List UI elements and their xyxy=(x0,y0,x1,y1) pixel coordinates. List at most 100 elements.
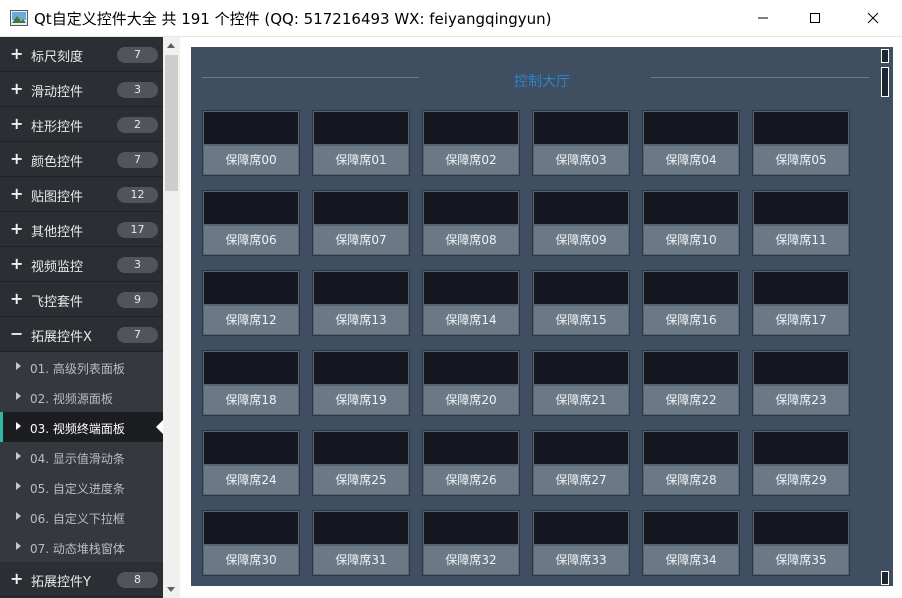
seat-terminal[interactable]: 保障席07 xyxy=(312,190,410,256)
video-screen[interactable] xyxy=(534,192,628,224)
video-screen[interactable] xyxy=(754,112,848,144)
seat-terminal[interactable]: 保障席25 xyxy=(312,430,410,496)
sidebar-group-item[interactable]: + 滑动控件 3 xyxy=(0,72,163,107)
video-screen[interactable] xyxy=(314,432,408,464)
seat-terminal[interactable]: 保障席21 xyxy=(532,350,630,416)
seat-terminal[interactable]: 保障席33 xyxy=(532,510,630,576)
seat-terminal[interactable]: 保障席00 xyxy=(202,110,300,176)
sidebar-child-item[interactable]: 02. 视频源面板 xyxy=(0,382,163,412)
main-scroll-thumb[interactable] xyxy=(881,67,889,97)
video-screen[interactable] xyxy=(644,512,738,544)
seat-terminal[interactable]: 保障席05 xyxy=(752,110,850,176)
seat-terminal[interactable]: 保障席03 xyxy=(532,110,630,176)
sidebar-group-item[interactable]: + 飞控套件 9 xyxy=(0,282,163,317)
seat-terminal[interactable]: 保障席04 xyxy=(642,110,740,176)
seat-terminal[interactable]: 保障席14 xyxy=(422,270,520,336)
video-screen[interactable] xyxy=(644,352,738,384)
video-screen[interactable] xyxy=(204,352,298,384)
sidebar-group-item[interactable]: + 颜色控件 7 xyxy=(0,142,163,177)
sidebar-group-item[interactable]: + 贴图控件 12 xyxy=(0,177,163,212)
seat-terminal[interactable]: 保障席13 xyxy=(312,270,410,336)
seat-terminal[interactable]: 保障席26 xyxy=(422,430,520,496)
video-screen[interactable] xyxy=(424,352,518,384)
sidebar-scrollbar[interactable] xyxy=(163,37,180,598)
video-screen[interactable] xyxy=(424,432,518,464)
video-screen[interactable] xyxy=(534,272,628,304)
seat-terminal[interactable]: 保障席10 xyxy=(642,190,740,256)
scroll-up-arrow-icon[interactable] xyxy=(167,43,175,48)
minimize-button[interactable] xyxy=(740,0,786,36)
video-screen[interactable] xyxy=(314,272,408,304)
seat-terminal[interactable]: 保障席15 xyxy=(532,270,630,336)
video-screen[interactable] xyxy=(314,352,408,384)
seat-terminal[interactable]: 保障席18 xyxy=(202,350,300,416)
video-screen[interactable] xyxy=(204,512,298,544)
video-screen[interactable] xyxy=(534,352,628,384)
seat-terminal[interactable]: 保障席16 xyxy=(642,270,740,336)
seat-terminal[interactable]: 保障席31 xyxy=(312,510,410,576)
sidebar-group-item[interactable]: + 标尺刻度 7 xyxy=(0,37,163,72)
seat-terminal[interactable]: 保障席23 xyxy=(752,350,850,416)
maximize-button[interactable] xyxy=(792,0,838,36)
video-screen[interactable] xyxy=(424,272,518,304)
close-button[interactable] xyxy=(850,0,896,36)
video-screen[interactable] xyxy=(204,192,298,224)
video-screen[interactable] xyxy=(424,112,518,144)
sidebar-child-item[interactable]: 05. 自定义进度条 xyxy=(0,472,163,502)
seat-terminal[interactable]: 保障席32 xyxy=(422,510,520,576)
sidebar-child-item[interactable]: 03. 视频终端面板 xyxy=(0,412,163,442)
seat-terminal[interactable]: 保障席11 xyxy=(752,190,850,256)
video-screen[interactable] xyxy=(644,432,738,464)
video-screen[interactable] xyxy=(204,112,298,144)
seat-terminal[interactable]: 保障席20 xyxy=(422,350,520,416)
main-scrollbar[interactable] xyxy=(880,49,890,585)
seat-terminal[interactable]: 保障席01 xyxy=(312,110,410,176)
sidebar-scroll-thumb[interactable] xyxy=(165,55,178,191)
seat-terminal[interactable]: 保障席28 xyxy=(642,430,740,496)
sidebar-group-item[interactable]: + 柱形控件 2 xyxy=(0,107,163,142)
video-screen[interactable] xyxy=(534,112,628,144)
seat-terminal[interactable]: 保障席34 xyxy=(642,510,740,576)
video-screen[interactable] xyxy=(424,192,518,224)
sidebar-group-item[interactable]: + 拓展控件Y 8 xyxy=(0,562,163,597)
seat-terminal[interactable]: 保障席30 xyxy=(202,510,300,576)
video-screen[interactable] xyxy=(534,432,628,464)
seat-terminal[interactable]: 保障席17 xyxy=(752,270,850,336)
seat-terminal[interactable]: 保障席29 xyxy=(752,430,850,496)
scroll-bottom-cap[interactable] xyxy=(881,571,889,585)
sidebar-group-item[interactable]: + 其他控件 17 xyxy=(0,212,163,247)
seat-terminal[interactable]: 保障席27 xyxy=(532,430,630,496)
video-screen[interactable] xyxy=(644,112,738,144)
video-screen[interactable] xyxy=(754,512,848,544)
sidebar-child-item[interactable]: 07. 动态堆栈窗体 xyxy=(0,532,163,562)
video-screen[interactable] xyxy=(424,512,518,544)
scroll-top-cap[interactable] xyxy=(881,49,889,63)
seat-terminal[interactable]: 保障席06 xyxy=(202,190,300,256)
seat-terminal[interactable]: 保障席22 xyxy=(642,350,740,416)
seat-terminal[interactable]: 保障席12 xyxy=(202,270,300,336)
video-screen[interactable] xyxy=(754,192,848,224)
video-screen[interactable] xyxy=(754,352,848,384)
video-screen[interactable] xyxy=(644,272,738,304)
sidebar-child-item[interactable]: 01. 高级列表面板 xyxy=(0,352,163,382)
seat-terminal[interactable]: 保障席19 xyxy=(312,350,410,416)
seat-terminal[interactable]: 保障席35 xyxy=(752,510,850,576)
seat-terminal[interactable]: 保障席24 xyxy=(202,430,300,496)
video-screen[interactable] xyxy=(754,432,848,464)
video-screen[interactable] xyxy=(644,192,738,224)
video-screen[interactable] xyxy=(754,272,848,304)
seat-terminal[interactable]: 保障席02 xyxy=(422,110,520,176)
video-screen[interactable] xyxy=(204,432,298,464)
scroll-down-arrow-icon[interactable] xyxy=(167,587,175,592)
video-screen[interactable] xyxy=(314,112,408,144)
video-screen[interactable] xyxy=(204,272,298,304)
seat-terminal[interactable]: 保障席08 xyxy=(422,190,520,256)
video-screen[interactable] xyxy=(314,512,408,544)
sidebar-group-item[interactable]: − 拓展控件X 7 xyxy=(0,317,163,352)
sidebar-child-item[interactable]: 06. 自定义下拉框 xyxy=(0,502,163,532)
seat-terminal[interactable]: 保障席09 xyxy=(532,190,630,256)
sidebar-child-item[interactable]: 04. 显示值滑动条 xyxy=(0,442,163,472)
video-screen[interactable] xyxy=(314,192,408,224)
video-screen[interactable] xyxy=(534,512,628,544)
sidebar-group-item[interactable]: + 视频监控 3 xyxy=(0,247,163,282)
